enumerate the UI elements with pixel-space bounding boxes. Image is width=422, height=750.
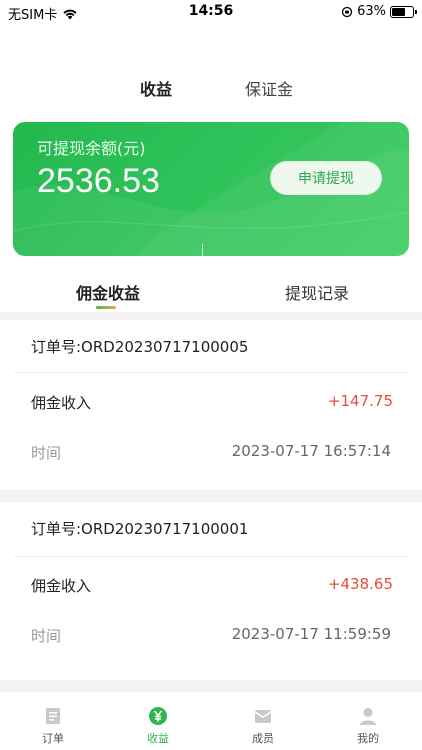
status-right: 63%	[341, 4, 417, 19]
tabbar-item-orders[interactable]: 订单	[23, 706, 83, 746]
income-amount: +147.75	[327, 392, 393, 410]
time-label: 时间	[31, 627, 62, 645]
profile-icon	[360, 708, 376, 725]
battery-percent: 63%	[357, 4, 386, 19]
status-bar: 无SIM卡 14:56 63%	[0, 0, 422, 24]
income-amount: +438.65	[327, 575, 393, 593]
balance-value: 2536.53	[37, 162, 160, 200]
tabbar-label: 我的	[357, 732, 379, 745]
time-label: 时间	[31, 444, 62, 462]
card-indicator	[202, 244, 203, 256]
order-number: 订单号:ORD20230717100001	[31, 520, 249, 538]
members-icon	[254, 710, 272, 723]
tabbar-item-earnings[interactable]: 收益	[128, 706, 188, 746]
divider	[14, 556, 408, 557]
bottom-tab-bar: 订单 收益 成员 我的	[0, 700, 422, 750]
battery-icon	[390, 5, 417, 18]
withdraw-button[interactable]: 申请提现	[270, 161, 382, 195]
top-tabs: 收益 保证金	[0, 76, 422, 102]
order-icon	[46, 708, 60, 724]
tab-earnings[interactable]: 收益	[140, 76, 172, 100]
divider	[14, 372, 408, 373]
balance-card: 可提现余额(元) 2536.53 申请提现	[13, 122, 409, 256]
tabbar-item-profile[interactable]: 我的	[338, 706, 398, 746]
tabbar-item-members[interactable]: 成员	[233, 706, 293, 746]
time-value: 2023-07-17 11:59:59	[231, 625, 391, 643]
tabbar-label: 订单	[42, 732, 64, 745]
tabbar-label: 成员	[252, 732, 274, 745]
balance-label: 可提现余额(元)	[37, 139, 146, 158]
yen-icon	[149, 707, 167, 725]
active-tab-indicator	[96, 306, 116, 309]
income-label: 佣金收入	[31, 394, 92, 412]
section-gap	[0, 312, 422, 320]
tab-commission-income[interactable]: 佣金收益	[76, 280, 140, 304]
tabbar-label: 收益	[147, 732, 169, 745]
list-item[interactable]: 订单号:ORD20230717100001 佣金收入 +438.65 时间 20…	[0, 502, 422, 680]
orientation-lock-icon	[341, 6, 353, 17]
section-gap	[0, 680, 422, 692]
battery-fill	[392, 7, 405, 16]
sub-tabs: 佣金收益 提现记录	[0, 278, 422, 316]
list-item[interactable]: 订单号:ORD20230717100005 佣金收入 +147.75 时间 20…	[0, 320, 422, 490]
section-gap	[0, 490, 422, 502]
time-value: 2023-07-17 16:57:14	[231, 442, 391, 460]
order-number: 订单号:ORD20230717100005	[31, 338, 249, 356]
income-label: 佣金收入	[31, 577, 92, 595]
tab-deposit[interactable]: 保证金	[245, 76, 293, 100]
tab-withdraw-records[interactable]: 提现记录	[285, 280, 349, 304]
